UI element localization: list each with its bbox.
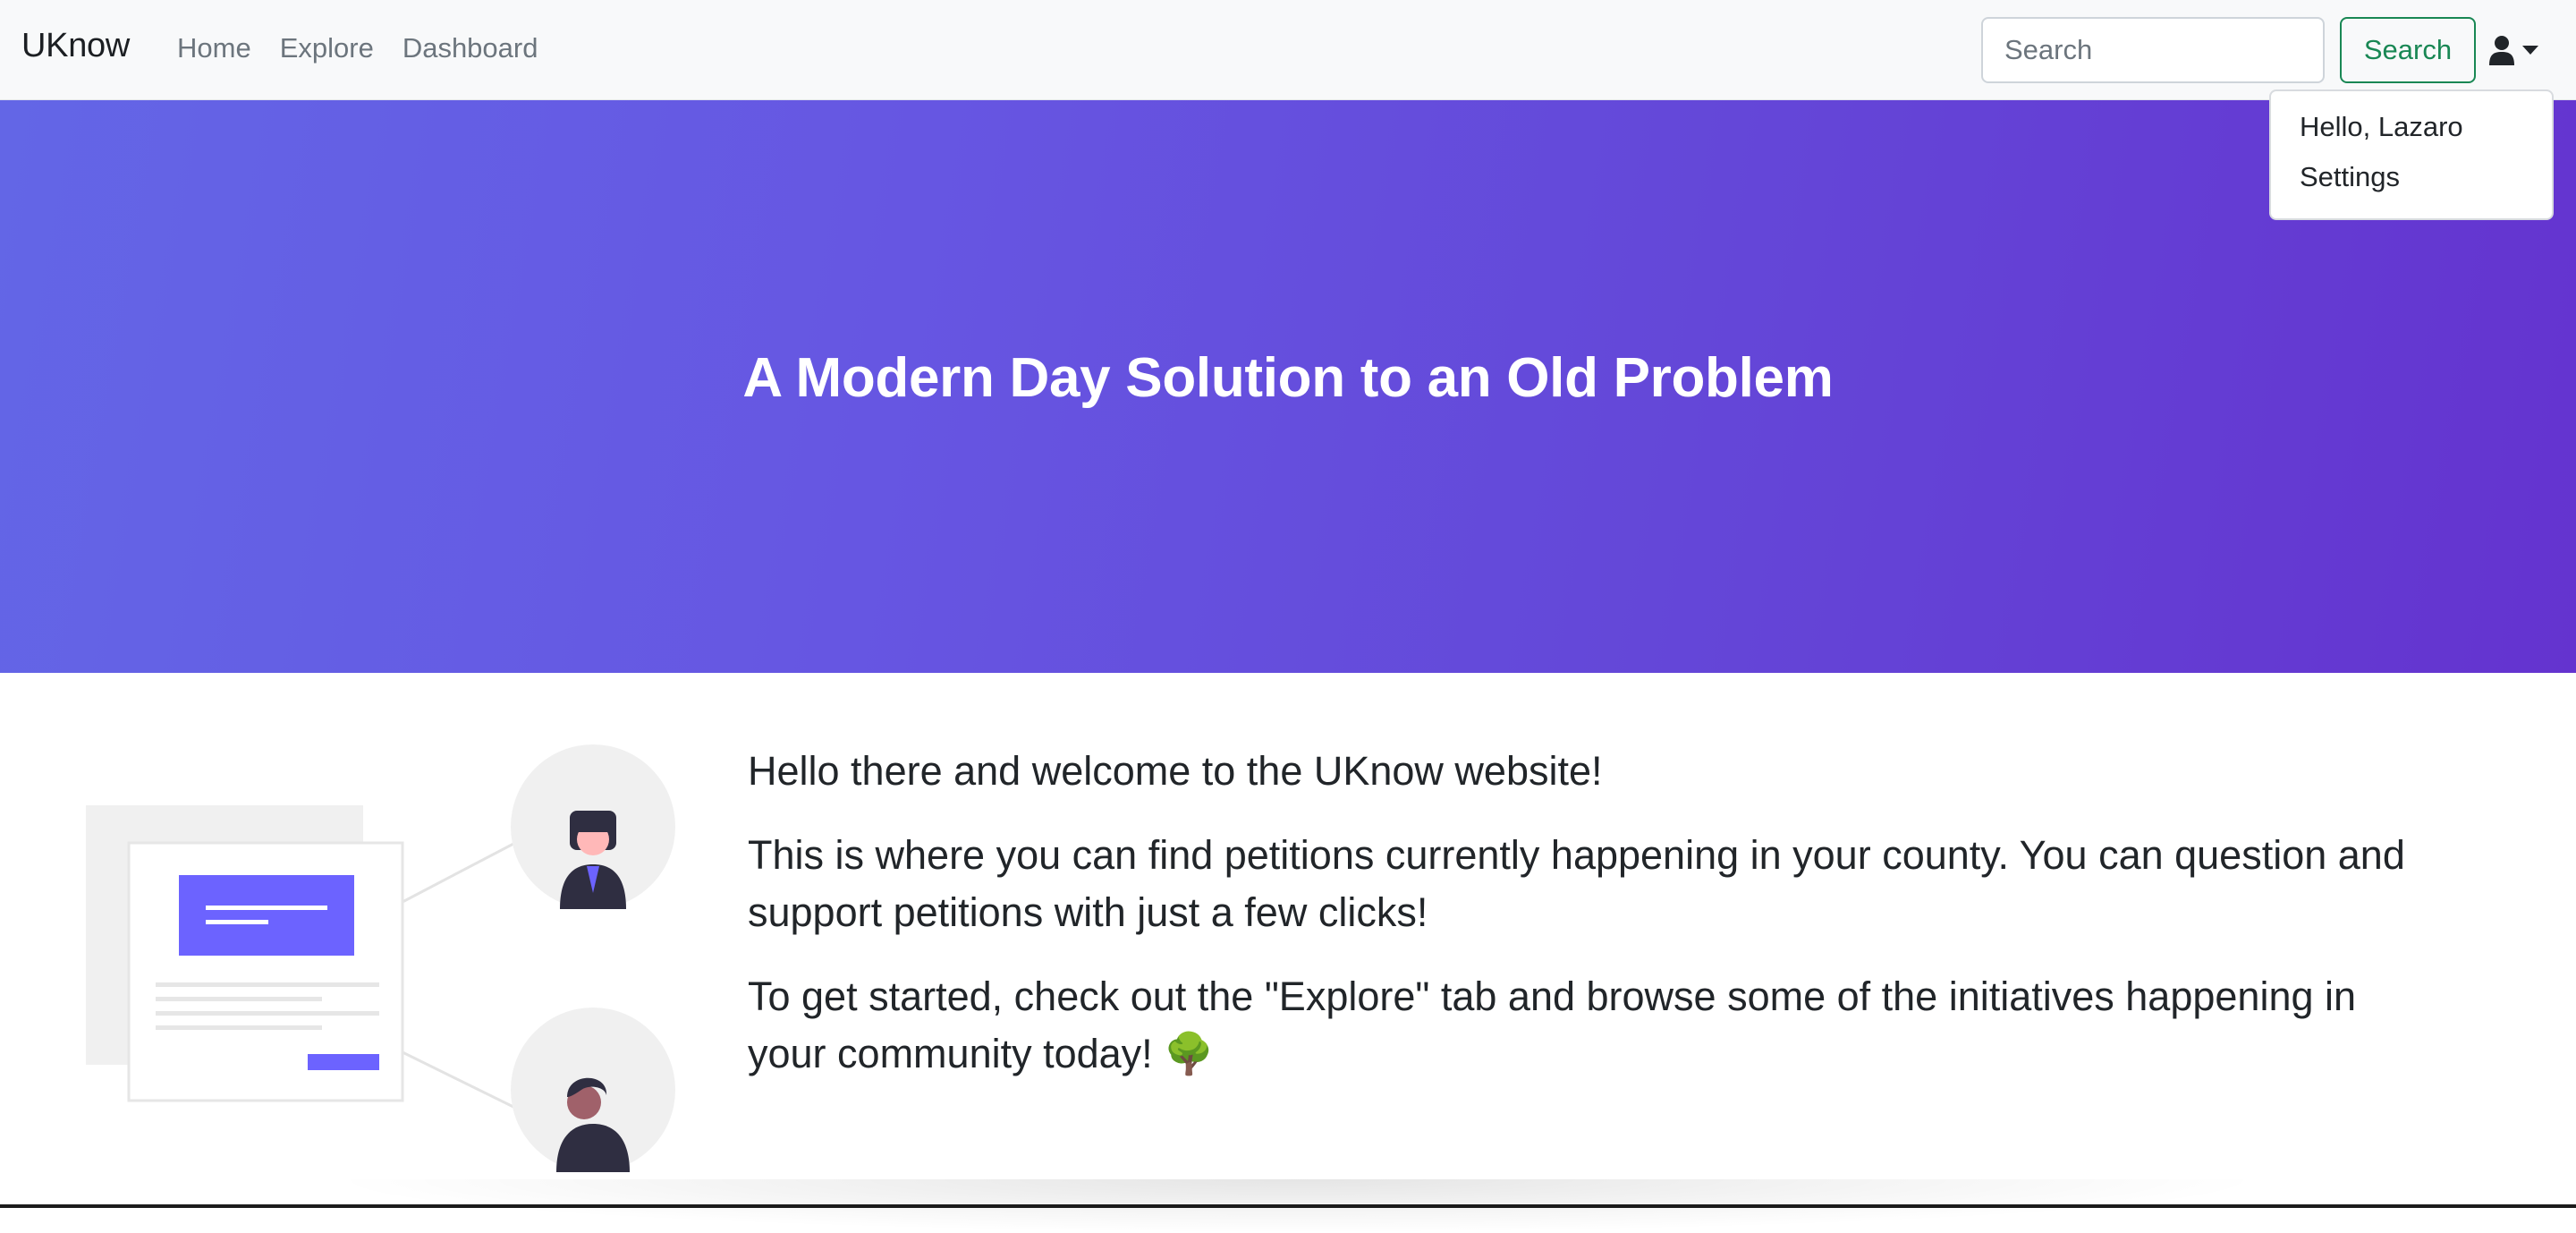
welcome-paragraph: Hello there and welcome to the UKnow web…	[748, 748, 1603, 794]
search-button[interactable]: Search	[2340, 17, 2476, 83]
nav-link-dashboard[interactable]: Dashboard	[402, 32, 538, 64]
hero-banner: A Modern Day Solution to an Old Problem	[0, 100, 2576, 673]
nav-links: Home Explore Dashboard	[177, 32, 566, 64]
welcome-text: Hello there and welcome to the UKnow web…	[748, 743, 2429, 1110]
dropdown-item-settings[interactable]: Settings	[2300, 161, 2400, 193]
bottom-edge	[0, 1204, 2576, 1208]
user-menu-toggle[interactable]	[2488, 30, 2546, 70]
hero-title: A Modern Day Solution to an Old Problem	[742, 347, 1834, 409]
user-dropdown-menu: Hello, Lazaro Settings	[2269, 89, 2554, 220]
chevron-down-icon	[2522, 46, 2538, 55]
intro-paragraph: This is where you can find petitions cur…	[748, 832, 2405, 935]
navbar: UKnow Home Explore Dashboard Search	[0, 0, 2576, 100]
brand-logo[interactable]: UKnow	[21, 27, 130, 65]
nav-link-explore[interactable]: Explore	[280, 32, 374, 64]
nav-link-home[interactable]: Home	[177, 32, 251, 64]
get-started-paragraph: To get started, check out the "Explore" …	[748, 974, 2357, 1076]
user-icon	[2489, 36, 2514, 65]
dropdown-item-greeting[interactable]: Hello, Lazaro	[2300, 111, 2463, 143]
petition-illustration	[80, 739, 689, 1178]
documents-people-illustration	[86, 744, 675, 1172]
search-input[interactable]	[1981, 17, 2325, 83]
